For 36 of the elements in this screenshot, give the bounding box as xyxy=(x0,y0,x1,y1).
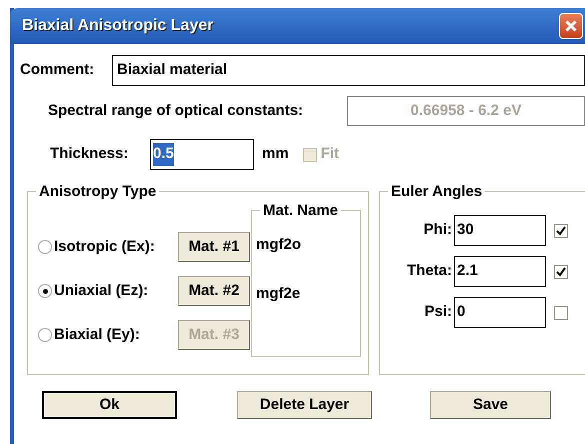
comment-field[interactable]: Biaxial material xyxy=(112,55,585,86)
close-icon xyxy=(565,20,577,32)
angle-label: Phi: xyxy=(424,220,452,240)
radio-label: Uniaxial (Ez): xyxy=(54,280,150,301)
radio-button[interactable] xyxy=(38,240,52,254)
dialog-button[interactable]: Delete Layer xyxy=(237,391,372,419)
angle-field[interactable]: 0 xyxy=(454,297,546,328)
dialog-button[interactable]: Save xyxy=(430,391,551,419)
radio-label: Isotropic (Ex): xyxy=(54,236,156,257)
material-button[interactable]: Mat. #1 xyxy=(178,232,250,262)
radio-label: Biaxial (Ey): xyxy=(54,324,141,345)
material-name: mgf2o xyxy=(256,235,301,255)
angle-label: Theta: xyxy=(407,261,452,282)
material-name: mgf2e xyxy=(256,284,300,304)
angle-field[interactable]: 2.1 xyxy=(454,256,546,287)
window-title: Biaxial Anisotropic Layer xyxy=(22,16,214,36)
angle-checkbox[interactable] xyxy=(554,306,568,320)
dialog-button[interactable]: Ok xyxy=(42,391,177,419)
angle-checkbox[interactable] xyxy=(554,224,568,238)
angle-label: Psi: xyxy=(424,302,452,322)
fit-label: Fit xyxy=(320,144,340,164)
radio-button[interactable] xyxy=(38,328,52,342)
angle-field[interactable]: 30 xyxy=(454,215,546,246)
radio-button[interactable] xyxy=(38,284,52,298)
comment-label: Comment: xyxy=(20,60,96,80)
spectral-range-field: 0.66958 - 6.2 eV xyxy=(347,96,585,126)
close-button[interactable] xyxy=(559,13,583,39)
group-title: Anisotropy Type xyxy=(38,184,158,199)
unit-label: mm xyxy=(262,144,289,164)
group-title: Euler Angles xyxy=(390,184,484,199)
angle-checkbox[interactable] xyxy=(554,264,568,278)
group-title: Mat. Name xyxy=(262,203,340,218)
thickness-field[interactable]: 0.5 xyxy=(150,139,254,170)
thickness-label: Thickness: xyxy=(50,144,130,164)
material-button[interactable]: Mat. #2 xyxy=(178,276,250,306)
spectral-range-label: Spectral range of optical constants: xyxy=(48,100,304,121)
